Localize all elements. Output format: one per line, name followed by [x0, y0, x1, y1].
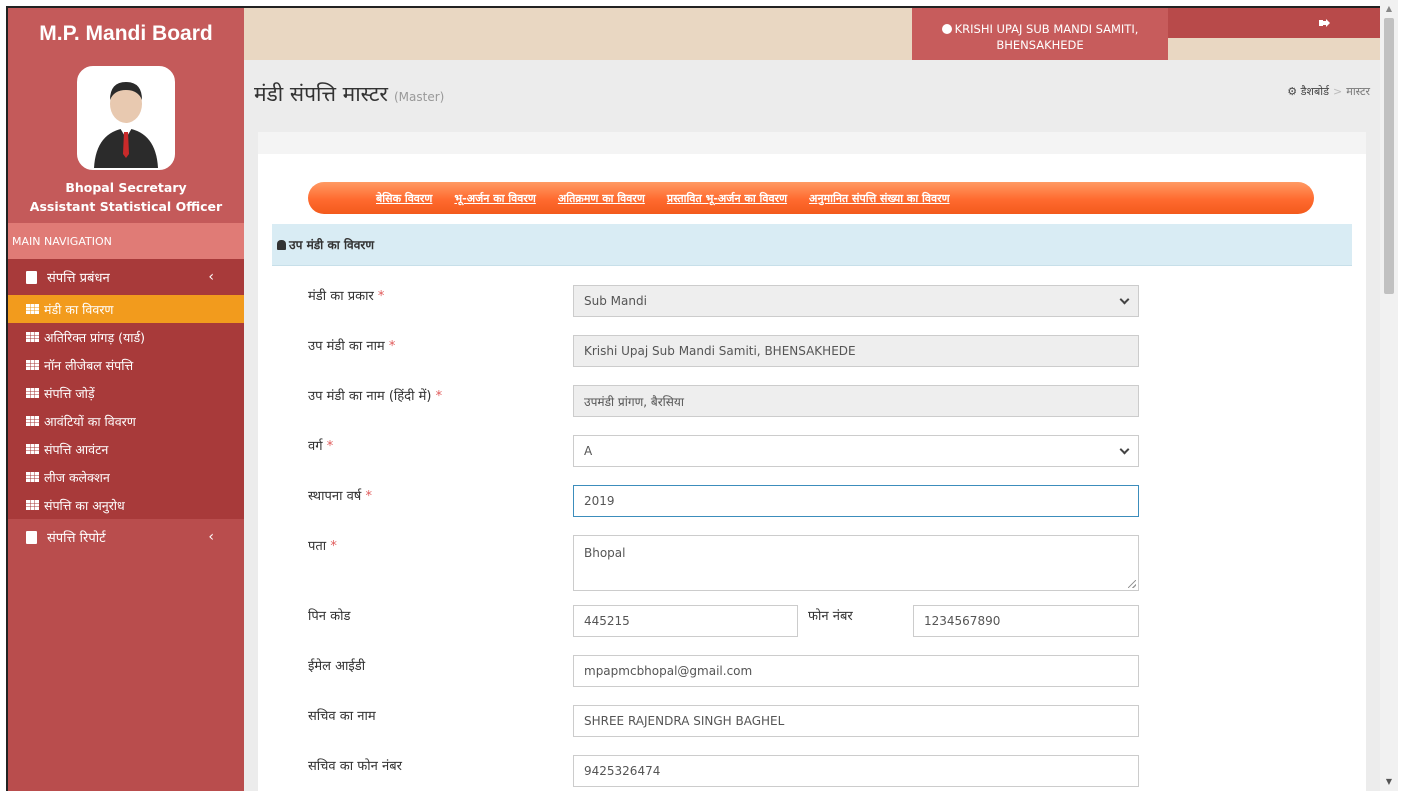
- sidebar-item-non-leasable[interactable]: नॉन लीजेबल संपत्ति: [8, 351, 244, 379]
- breadcrumb: ⚙ डैशबोर्ड > मास्टर: [1287, 85, 1370, 98]
- sidebar-item-label: संपत्ति जोड़ें: [44, 385, 95, 401]
- grid-icon: [26, 472, 39, 482]
- right-edge: [1398, 0, 1406, 791]
- grid-icon: [26, 388, 39, 398]
- sidebar-item-label: आवंटियों का विवरण: [44, 413, 136, 429]
- user-panel: Bhopal Secretary Assistant Statistical O…: [8, 60, 244, 223]
- chevron-left-icon: ‹: [208, 269, 214, 285]
- topbar-strip: [1168, 38, 1380, 60]
- sub-mandi-name-label: उप मंडी का नाम *: [308, 339, 396, 354]
- form-box: बेसिक विवरण भू-अर्जन का विवरण अतिक्रमण क…: [258, 132, 1366, 791]
- sub-mandi-name-hindi-field[interactable]: उपमंडी प्रांगण, बैरसिया: [573, 385, 1139, 417]
- email-label: ईमेल आईडी: [308, 659, 366, 674]
- sidebar-item-label: अतिरिक्त प्रांगड़ (यार्ड): [44, 329, 146, 345]
- sidebar-item-allottees[interactable]: आवंटियों का विवरण: [8, 407, 244, 435]
- sidebar-item-allotment[interactable]: संपत्ति आवंटन: [8, 435, 244, 463]
- scroll-thumb[interactable]: [1384, 18, 1394, 294]
- main-content: मंडी संपत्ति मास्टर (Master) ⚙ डैशबोर्ड > म…: [244, 60, 1380, 791]
- tab-estimated-property-count[interactable]: अनुमानित संपत्ति संख्या का विवरण: [809, 191, 950, 206]
- sidebar-item-label: लीज कलेक्शन: [44, 469, 110, 485]
- logout-button[interactable]: [1168, 8, 1380, 38]
- dashboard-icon: ⚙: [1287, 85, 1298, 98]
- phone-label: फोन नंबर: [808, 609, 853, 624]
- nav-group-property-management[interactable]: संपत्ति प्रबंधन ‹: [8, 259, 244, 295]
- user-role: Assistant Statistical Officer: [29, 199, 223, 214]
- secretary-name-label: सचिव का नाम: [308, 709, 376, 724]
- location-icon: [941, 24, 952, 34]
- page-scrollbar[interactable]: ▲ ▼: [1380, 0, 1398, 791]
- secretary-name-field[interactable]: SHREE RAJENDRA SINGH BAGHEL: [573, 705, 1139, 737]
- topbar: KRISHI UPAJ SUB MANDI SAMITI, BHENSAKHED…: [244, 8, 1380, 76]
- mandi-type-label: मंडी का प्रकार *: [308, 289, 385, 304]
- tab-proposed-land-acquisition[interactable]: प्रस्तावित भू-अर्जन का विवरण: [667, 191, 787, 206]
- sidebar-item-label: नॉन लीजेबल संपत्ति: [44, 357, 134, 373]
- submenu: मंडी का विवरण अतिरिक्त प्रांगड़ (यार्ड) …: [8, 295, 244, 519]
- sidebar-item-extra-yard[interactable]: अतिरिक्त प्रांगड़ (यार्ड): [8, 323, 244, 351]
- breadcrumb-current: मास्टर: [1346, 85, 1370, 98]
- pincode-field[interactable]: 445215: [573, 605, 798, 637]
- grid-icon: [26, 444, 39, 454]
- grid-icon: [26, 332, 39, 342]
- box-header: [258, 132, 1366, 154]
- sidebar-item-label: मंडी का विवरण: [44, 301, 114, 317]
- user-icon: [277, 239, 286, 250]
- resize-handle-icon[interactable]: [1128, 580, 1136, 588]
- tab-encroachment[interactable]: अतिक्रमण का विवरण: [558, 191, 645, 206]
- grid-icon: [26, 500, 39, 510]
- chevron-left-icon: ‹: [208, 529, 214, 545]
- grid-icon: [26, 360, 39, 370]
- secretary-phone-label: सचिव का फोन नंबर: [308, 759, 402, 774]
- mandi-type-select[interactable]: Sub Mandi: [573, 285, 1139, 317]
- app-logo[interactable]: M.P. Mandi Board: [8, 8, 244, 60]
- tab-bar: बेसिक विवरण भू-अर्जन का विवरण अतिक्रमण क…: [308, 182, 1314, 214]
- chevron-down-icon: [1119, 294, 1130, 305]
- nav-group-property-report[interactable]: संपत्ति रिपोर्ट ‹: [8, 519, 244, 555]
- sidebar-item-lease-collection[interactable]: लीज कलेक्शन: [8, 463, 244, 491]
- sub-mandi-name-field[interactable]: Krishi Upaj Sub Mandi Samiti, BHENSAKHED…: [573, 335, 1139, 367]
- category-label: वर्ग *: [308, 439, 334, 454]
- sidebar-item-label: संपत्ति आवंटन: [44, 441, 109, 457]
- panel-header: उप मंडी का विवरण: [272, 224, 1352, 266]
- sub-mandi-name-hindi-label: उप मंडी का नाम (हिंदी में) *: [308, 389, 443, 404]
- user-name: Bhopal Secretary: [65, 180, 187, 195]
- pincode-label: पिन कोड: [308, 609, 351, 624]
- grid-icon: [26, 304, 39, 314]
- user-avatar-icon: [94, 82, 158, 168]
- page-subtitle: (Master): [394, 90, 445, 104]
- panel-title: उप मंडी का विवरण: [289, 238, 374, 252]
- avatar: [77, 66, 175, 170]
- book-icon: [26, 270, 37, 284]
- established-year-label: स्थापना वर्ष *: [308, 489, 372, 504]
- page-title: मंडी संपत्ति मास्टर (Master): [254, 80, 444, 108]
- scroll-down-icon[interactable]: ▼: [1380, 773, 1398, 791]
- phone-field[interactable]: 1234567890: [913, 605, 1139, 637]
- secretary-phone-field[interactable]: 9425326474: [573, 755, 1139, 787]
- location-line1: KRISHI UPAJ SUB MANDI SAMITI,: [954, 22, 1139, 36]
- logout-icon: [1319, 19, 1330, 27]
- nav-group-label: संपत्ति रिपोर्ट: [47, 531, 106, 546]
- sidebar-item-add-property[interactable]: संपत्ति जोड़ें: [8, 379, 244, 407]
- established-year-field[interactable]: 2019: [573, 485, 1139, 517]
- address-textarea[interactable]: Bhopal: [573, 535, 1139, 591]
- nav-header: MAIN NAVIGATION: [8, 223, 244, 259]
- sidebar: M.P. Mandi Board Bhopal Secretary Assist…: [8, 8, 244, 791]
- nav-group-label: संपत्ति प्रबंधन: [47, 271, 110, 286]
- breadcrumb-home[interactable]: डैशबोर्ड: [1301, 85, 1329, 98]
- email-field[interactable]: mpapmcbhopal@gmail.com: [573, 655, 1139, 687]
- sidebar-item-property-request[interactable]: संपत्ति का अनुरोध: [8, 491, 244, 519]
- book-icon: [26, 530, 37, 544]
- location-line2: BHENSAKHEDE: [996, 38, 1084, 52]
- address-label: पता *: [308, 539, 337, 554]
- tab-land-acquisition[interactable]: भू-अर्जन का विवरण: [454, 191, 535, 206]
- sidebar-item-mandi-details[interactable]: मंडी का विवरण: [8, 295, 244, 323]
- chevron-down-icon: [1119, 444, 1130, 455]
- scroll-up-icon[interactable]: ▲: [1380, 0, 1398, 18]
- grid-icon: [26, 416, 39, 426]
- sidebar-item-label: संपत्ति का अनुरोध: [44, 497, 125, 513]
- page-title-text: मंडी संपत्ति मास्टर: [254, 82, 388, 106]
- tab-basic-details[interactable]: बेसिक विवरण: [376, 191, 432, 206]
- category-select[interactable]: A: [573, 435, 1139, 467]
